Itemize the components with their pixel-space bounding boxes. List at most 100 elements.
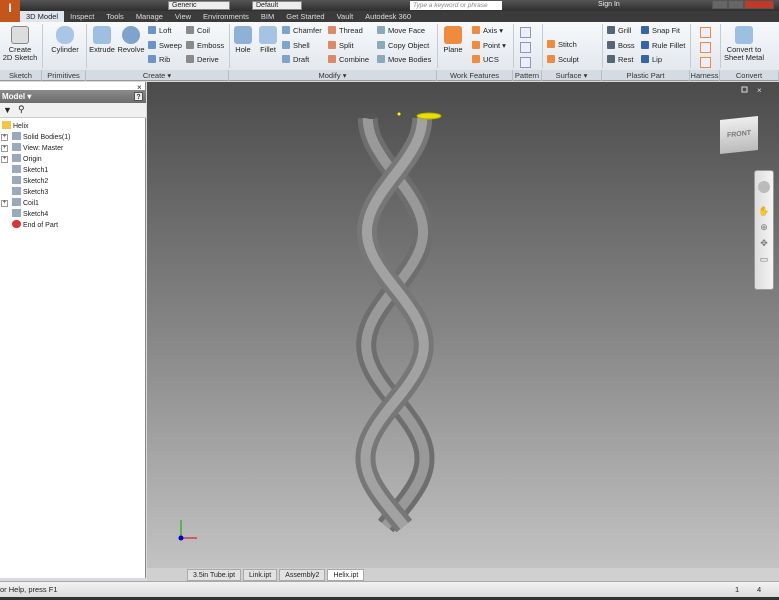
rib-button[interactable]: Rib bbox=[148, 55, 170, 65]
tab-vault[interactable]: Vault bbox=[331, 11, 360, 22]
thread-button[interactable]: Thread bbox=[328, 26, 363, 36]
split-button[interactable]: Split bbox=[328, 40, 354, 51]
tab-autodesk-360[interactable]: Autodesk 360 bbox=[359, 11, 417, 22]
minimize-button[interactable] bbox=[712, 0, 728, 9]
find-icon[interactable]: ⚲ bbox=[18, 104, 25, 115]
tab-tools[interactable]: Tools bbox=[100, 11, 130, 22]
tab-manage[interactable]: Manage bbox=[130, 11, 169, 22]
tool-icon-button[interactable] bbox=[700, 57, 711, 68]
tool-icon-button[interactable] bbox=[520, 57, 531, 68]
browser-node[interactable]: Helix bbox=[2, 121, 29, 132]
revolve-button[interactable]: Revolve bbox=[116, 24, 146, 54]
move-bodies-button[interactable]: Move Bodies bbox=[377, 55, 431, 65]
rest-button[interactable]: Rest bbox=[607, 55, 633, 65]
expand-icon[interactable]: + bbox=[1, 145, 8, 152]
move-face-button[interactable]: Move Face bbox=[377, 26, 425, 36]
expand-icon[interactable]: + bbox=[1, 134, 8, 141]
derive-button[interactable]: Derive bbox=[186, 55, 219, 65]
plane-button[interactable]: Plane bbox=[440, 24, 466, 54]
panel-label[interactable]: Create ▾ bbox=[86, 70, 229, 81]
browser-node[interactable]: View: Master bbox=[12, 143, 63, 154]
expand-icon[interactable]: + bbox=[1, 156, 8, 163]
tool-icon-button[interactable] bbox=[520, 27, 531, 38]
panel-label[interactable]: Work Features bbox=[437, 70, 513, 81]
browser-node[interactable]: Sketch1 bbox=[12, 165, 48, 176]
tab-environments[interactable]: Environments bbox=[197, 11, 255, 22]
tab-get-started[interactable]: Get Started bbox=[280, 11, 330, 22]
browser-node[interactable]: Solid Bodies(1) bbox=[12, 132, 70, 143]
rule-fillet-button[interactable]: Rule Fillet bbox=[641, 40, 685, 51]
draft-button[interactable]: Draft bbox=[282, 55, 309, 65]
axis-button[interactable]: Axis ▾ bbox=[472, 26, 503, 36]
pan-icon[interactable]: ✋ bbox=[755, 203, 773, 219]
tool-icon-button[interactable] bbox=[520, 42, 531, 53]
stitch-button[interactable]: Stitch bbox=[547, 40, 577, 50]
panel-label[interactable]: Surface ▾ bbox=[542, 70, 602, 81]
navigation-bar[interactable]: ✋ ⊕ ✥ ▭ bbox=[754, 170, 774, 290]
tab-bim[interactable]: BIM bbox=[255, 11, 280, 22]
steering-wheel-icon[interactable] bbox=[758, 181, 770, 193]
lip-button[interactable]: Lip bbox=[641, 55, 662, 65]
convert-sheet-metal-button[interactable]: Convert to Sheet Metal bbox=[722, 24, 766, 62]
search-input[interactable]: Type a keyword or phrase bbox=[410, 1, 502, 10]
browser-node[interactable]: End of Part bbox=[12, 220, 58, 231]
chamfer-button[interactable]: Chamfer bbox=[282, 26, 322, 36]
document-tab[interactable]: Helix.ipt bbox=[327, 569, 365, 581]
close-button[interactable] bbox=[744, 0, 774, 9]
point-button[interactable]: Point ▾ bbox=[472, 40, 506, 51]
hole-button[interactable]: Hole bbox=[230, 24, 256, 54]
appearance-select[interactable]: Default bbox=[252, 1, 302, 10]
loft-button[interactable]: Loft bbox=[148, 26, 172, 36]
maximize-button[interactable] bbox=[728, 0, 744, 9]
graphics-viewport[interactable]: × bbox=[147, 82, 779, 568]
emboss-button[interactable]: Emboss bbox=[186, 40, 224, 51]
sweep-button[interactable]: Sweep bbox=[148, 40, 182, 51]
copy-object-button[interactable]: Copy Object bbox=[377, 40, 429, 51]
panel-label[interactable]: Plastic Part bbox=[602, 70, 690, 81]
document-tab[interactable]: Link.ipt bbox=[243, 569, 278, 581]
sign-in-button[interactable]: Sign In bbox=[598, 0, 620, 10]
browser-node[interactable]: Sketch2 bbox=[12, 176, 48, 187]
browser-node[interactable]: Sketch4 bbox=[12, 209, 48, 220]
panel-label[interactable]: Modify ▾ bbox=[229, 70, 437, 81]
panel-label[interactable]: Sketch bbox=[0, 70, 42, 81]
panel-label[interactable]: Harness bbox=[690, 70, 720, 81]
help-icon[interactable]: ? bbox=[134, 92, 143, 101]
sculpt-button[interactable]: Sculpt bbox=[547, 54, 579, 65]
panel-label[interactable]: Primitives bbox=[42, 70, 86, 81]
panel-label[interactable]: Pattern bbox=[513, 70, 542, 81]
orbit-icon[interactable]: ✥ bbox=[755, 235, 773, 251]
expand-icon[interactable]: + bbox=[1, 200, 8, 207]
document-tab[interactable]: Assembly2 bbox=[279, 569, 326, 581]
coil-button[interactable]: Coil bbox=[186, 26, 210, 36]
zoom-icon[interactable]: ⊕ bbox=[755, 219, 773, 235]
ucs-button[interactable]: UCS bbox=[472, 55, 499, 65]
tab-view[interactable]: View bbox=[169, 11, 197, 22]
browser-node[interactable]: Coil1 bbox=[12, 198, 39, 209]
filter-icon[interactable]: ▼ bbox=[3, 105, 12, 115]
label: Lip bbox=[652, 55, 663, 64]
document-tab[interactable]: 3.5in Tube.ipt bbox=[187, 569, 242, 581]
browser-node[interactable]: Origin bbox=[12, 154, 42, 165]
panel-label[interactable]: Convert bbox=[720, 70, 779, 81]
look-at-icon[interactable]: ▭ bbox=[755, 251, 773, 267]
extrude-button[interactable]: Extrude bbox=[88, 24, 116, 54]
combine-button[interactable]: Combine bbox=[328, 55, 369, 65]
shell-button[interactable]: Shell bbox=[282, 40, 310, 51]
fillet-button[interactable]: Fillet bbox=[256, 24, 280, 54]
browser-node[interactable]: Sketch3 bbox=[12, 187, 48, 198]
tab-3d-model[interactable]: 3D Model bbox=[20, 11, 65, 22]
material-select[interactable]: Generic bbox=[168, 1, 230, 10]
browser-header[interactable]: Model ▾? bbox=[0, 90, 146, 103]
tool-icon-button[interactable] bbox=[700, 42, 711, 53]
app-menu-button[interactable]: I bbox=[0, 0, 20, 22]
snap-fit-button[interactable]: Snap Fit bbox=[641, 26, 680, 36]
cylinder-button[interactable]: Cylinder bbox=[46, 24, 84, 54]
tool-icon-button[interactable] bbox=[700, 27, 711, 38]
tab-inspect[interactable]: Inspect bbox=[64, 11, 100, 22]
create-2d-sketch-button[interactable]: Create 2D Sketch bbox=[2, 24, 38, 62]
viewcube[interactable]: FRONT bbox=[720, 116, 758, 154]
label: Draft bbox=[293, 55, 310, 64]
grill-button[interactable]: Grill bbox=[607, 26, 631, 36]
boss-button[interactable]: Boss bbox=[607, 40, 635, 51]
